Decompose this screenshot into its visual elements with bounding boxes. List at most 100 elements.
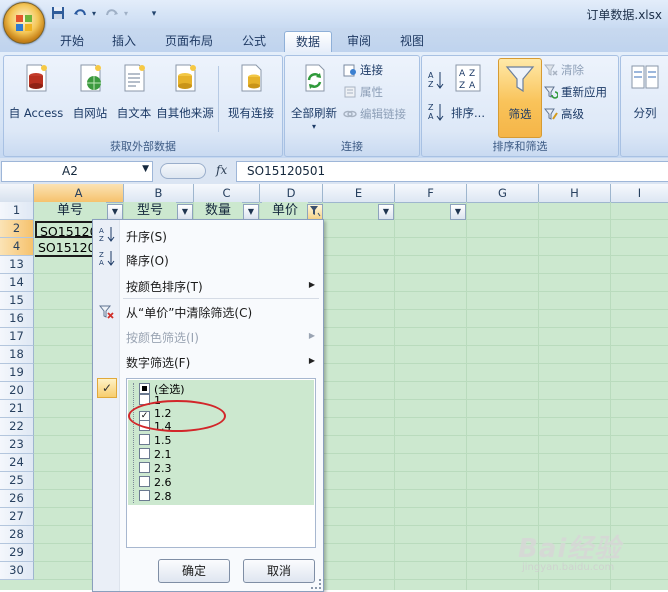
filter-button[interactable]: 筛选 <box>498 58 542 138</box>
refresh-all-button[interactable]: 全部刷新 ▾ <box>287 62 341 131</box>
resize-grip-icon[interactable] <box>311 579 321 589</box>
row-header-23[interactable]: 23 <box>0 436 34 454</box>
tab-formulas[interactable]: 公式 <box>232 31 276 51</box>
filter-dropdown-f-icon[interactable]: ▼ <box>450 204 466 220</box>
row-header-26[interactable]: 26 <box>0 490 34 508</box>
partial-checkbox-icon[interactable] <box>139 383 150 394</box>
row-header-1[interactable]: 1 <box>0 202 34 220</box>
from-text-button[interactable]: 自文本 <box>112 62 156 121</box>
checkbox-icon[interactable] <box>139 448 150 459</box>
row-header-16[interactable]: 16 <box>0 310 34 328</box>
column-header-e[interactable]: E <box>323 184 395 203</box>
text-to-columns-label: 分列 <box>633 106 657 120</box>
header-cell-order-no[interactable]: 单号 <box>34 202 106 220</box>
row-header-28[interactable]: 28 <box>0 526 34 544</box>
row-header-24[interactable]: 24 <box>0 454 34 472</box>
formula-bar-resize-handle[interactable] <box>160 163 206 179</box>
filter-active-d-icon[interactable] <box>307 204 323 220</box>
formula-input[interactable]: SO15120501 <box>236 161 668 182</box>
row-header-30[interactable]: 30 <box>0 562 34 580</box>
filter-dropdown-e-icon[interactable]: ▼ <box>378 204 394 220</box>
tab-home[interactable]: 开始 <box>50 31 94 51</box>
cancel-button[interactable]: 取消 <box>243 559 315 583</box>
column-header-f[interactable]: F <box>395 184 467 203</box>
row-header-13[interactable]: 13 <box>0 256 34 274</box>
connections-button[interactable]: 连接 <box>343 62 383 78</box>
clear-filter-button[interactable]: 清除 <box>543 62 584 78</box>
sort-z-to-a-icon[interactable]: ZA <box>428 102 444 122</box>
from-web-button[interactable]: 自网站 <box>68 62 112 121</box>
filter-dropdown-b-icon[interactable]: ▼ <box>177 204 193 220</box>
select-all-corner[interactable] <box>0 184 34 203</box>
header-cell-unit-price[interactable]: 单价 <box>262 202 308 220</box>
tab-page-layout[interactable]: 页面布局 <box>156 31 222 51</box>
tab-insert[interactable]: 插入 <box>104 31 144 51</box>
text-to-columns-button[interactable]: 分列 <box>625 62 665 121</box>
customize-quick-access-icon[interactable]: ▾ <box>146 6 162 22</box>
row-header-2[interactable]: 2 <box>0 220 34 238</box>
row-header-29[interactable]: 29 <box>0 544 34 562</box>
checkbox-icon[interactable] <box>139 490 150 501</box>
row-header-25[interactable]: 25 <box>0 472 34 490</box>
edit-links-label: 编辑链接 <box>360 107 406 121</box>
row-header-19[interactable]: 19 <box>0 364 34 382</box>
row-header-27[interactable]: 27 <box>0 508 34 526</box>
checklist-item-1-5[interactable]: 1.5 <box>139 434 172 447</box>
row-header-4[interactable]: 4 <box>0 238 34 256</box>
insert-function-icon[interactable]: fx <box>216 163 227 177</box>
column-header-i[interactable]: I <box>611 184 668 203</box>
menu-number-filters[interactable]: 数字筛选(F) <box>126 354 190 371</box>
name-box[interactable]: A2 ▼ <box>1 161 153 182</box>
checklist-item-2-6[interactable]: 2.6 <box>139 476 172 489</box>
checklist-item-2-3[interactable]: 2.3 <box>139 462 172 475</box>
row-header-20[interactable]: 20 <box>0 382 34 400</box>
column-header-g[interactable]: G <box>467 184 539 203</box>
advanced-filter-button[interactable]: 高级 <box>543 106 584 122</box>
name-box-dropdown-icon[interactable]: ▼ <box>142 164 149 174</box>
sort-button[interactable]: AZ ZA 排序... <box>448 62 488 121</box>
column-header-b[interactable]: B <box>124 184 194 203</box>
header-cell-quantity[interactable]: 数量 <box>194 202 242 220</box>
from-access-button[interactable]: 自 Access <box>6 62 66 121</box>
ok-button[interactable]: 确定 <box>158 559 230 583</box>
column-header-a[interactable]: A <box>34 184 124 203</box>
menu-filter-by-color[interactable]: 按颜色筛选(I) <box>126 329 199 346</box>
column-header-d[interactable]: D <box>260 184 323 203</box>
menu-sort-descending[interactable]: 降序(O) <box>126 252 169 269</box>
save-icon[interactable] <box>50 6 66 22</box>
refresh-dropdown-icon[interactable]: ▾ <box>287 122 341 131</box>
row-header-22[interactable]: 22 <box>0 418 34 436</box>
checkbox-icon[interactable] <box>139 476 150 487</box>
row-header-18[interactable]: 18 <box>0 346 34 364</box>
filter-dropdown-c-icon[interactable]: ▼ <box>243 204 259 220</box>
cell-a2[interactable]: SO15120 <box>35 221 93 238</box>
tab-view[interactable]: 视图 <box>390 31 434 51</box>
row-header-21[interactable]: 21 <box>0 400 34 418</box>
tab-review[interactable]: 审阅 <box>338 31 380 51</box>
redo-dropdown-icon[interactable]: ▾ <box>118 6 134 22</box>
office-button[interactable] <box>3 2 45 44</box>
properties-button[interactable]: 属性 <box>343 84 383 100</box>
tab-data[interactable]: 数据 <box>284 31 332 52</box>
undo-dropdown-icon[interactable]: ▾ <box>86 6 102 22</box>
cell-a4[interactable]: SO15120 <box>35 239 96 256</box>
filter-dropdown-a-icon[interactable]: ▼ <box>107 204 123 220</box>
row-header-14[interactable]: 14 <box>0 274 34 292</box>
sort-a-to-z-icon[interactable]: AZ <box>428 70 444 90</box>
menu-sort-ascending[interactable]: 升序(S) <box>126 228 167 245</box>
row-header-15[interactable]: 15 <box>0 292 34 310</box>
checklist-item-2-1[interactable]: 2.1 <box>139 448 172 461</box>
menu-clear-filter[interactable]: 从“单价”中清除筛选(C) <box>126 304 252 321</box>
header-cell-model[interactable]: 型号 <box>124 202 176 220</box>
checklist-item-2-8[interactable]: 2.8 <box>139 490 172 503</box>
checkbox-icon[interactable] <box>139 434 150 445</box>
edit-links-button[interactable]: 编辑链接 <box>343 106 406 122</box>
column-header-c[interactable]: C <box>194 184 260 203</box>
existing-connections-button[interactable]: 现有连接 <box>222 62 280 121</box>
from-other-sources-button[interactable]: 自其他来源 <box>154 62 216 121</box>
column-header-h[interactable]: H <box>539 184 611 203</box>
menu-sort-by-color[interactable]: 按颜色排序(T) <box>126 278 203 295</box>
checkbox-icon[interactable] <box>139 462 150 473</box>
reapply-button[interactable]: 重新应用 <box>543 84 607 100</box>
row-header-17[interactable]: 17 <box>0 328 34 346</box>
